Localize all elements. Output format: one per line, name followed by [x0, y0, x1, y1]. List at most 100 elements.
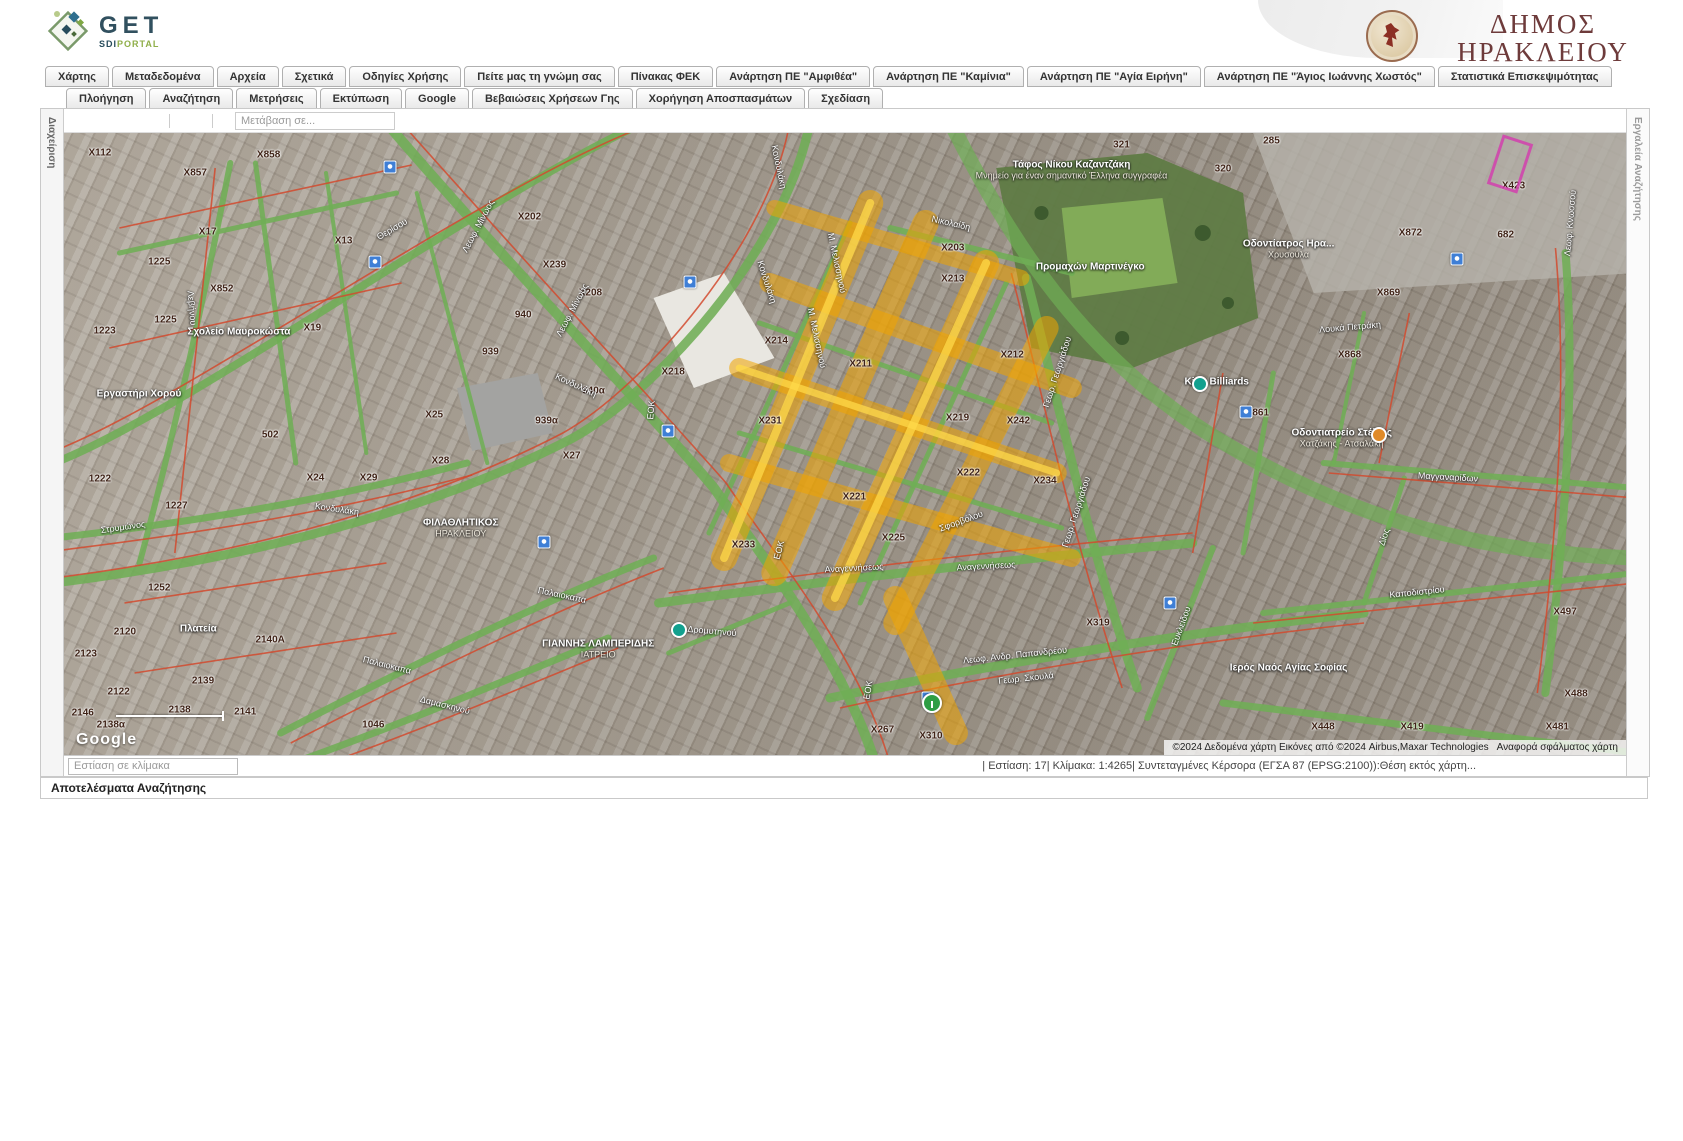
- block-code-label: X868: [1338, 350, 1361, 361]
- main-tab[interactable]: Ανάρτηση ΠΕ "Αγία Ειρήνη": [1027, 66, 1201, 87]
- block-code-label: X239: [543, 259, 566, 270]
- block-code-label: X17: [199, 226, 217, 237]
- main-tab[interactable]: Ανάρτηση ΠΕ "Αμφιθέα": [716, 66, 870, 87]
- left-panel-tab[interactable]: Διαχείριση: [46, 109, 57, 168]
- poi-label[interactable]: Τάφος Νίκου Καζαντζάκη Μνημείο για έναν …: [976, 160, 1168, 181]
- poi-label[interactable]: Προμαχών Μαρτινέγκο: [1036, 261, 1145, 272]
- poi-label[interactable]: Εργαστήρι Χορού: [97, 389, 182, 400]
- poi-subtitle: ΗΡΑΚΛΕΙΟΥ: [435, 528, 486, 538]
- goto-input[interactable]: [235, 112, 395, 130]
- status-text: | Εστίαση: 17| Κλίμακα: 1:4265| Συντεταγ…: [982, 760, 1476, 772]
- main-tab[interactable]: Πείτε μας τη γνώμη σας: [464, 66, 614, 87]
- tool-tab[interactable]: Google: [405, 88, 469, 109]
- bus-stop-icon[interactable]: [1451, 253, 1464, 266]
- portal-logo: GET SDIPORTAL: [45, 8, 163, 54]
- main-tab[interactable]: Αρχεία: [217, 66, 279, 87]
- tool-tab[interactable]: Εκτύπωση: [320, 88, 402, 109]
- attribution-text: ©2024 Δεδομένα χάρτη Εικόνες από ©2024 A…: [1172, 742, 1488, 753]
- poi-label[interactable]: ΓΙΑΝΝΗΣ ΛΑΜΠΕΡΙΔΗΣ ΙΑΤΡΕΙΟ: [542, 639, 654, 660]
- block-code-label: X872: [1399, 228, 1422, 239]
- block-code-label: 285: [1263, 136, 1280, 147]
- map-column: X112X857X858X17X13X852122512231225X19X20…: [64, 109, 1626, 776]
- poi-label[interactable]: Οδοντίατρος Ηρα... Χρυσούλα: [1243, 238, 1335, 259]
- block-code-label: X225: [882, 532, 905, 543]
- block-code-label: X234: [1033, 476, 1056, 487]
- report-map-error-link[interactable]: Αναφορά σφάλματος χάρτη: [1497, 742, 1618, 753]
- map-toolbar: [64, 109, 1626, 133]
- main-tab[interactable]: Ανάρτηση ΠΕ "Άγιος Ιωάννης Χωστός": [1204, 66, 1435, 87]
- poi-pin-icon[interactable]: [922, 693, 942, 713]
- block-code-label: 502: [262, 430, 279, 441]
- block-code-label: 2138α: [97, 720, 125, 731]
- street-name-label: ΕΟΚ: [645, 400, 657, 420]
- bus-stop-icon[interactable]: [1240, 406, 1253, 419]
- block-code-label: X112: [89, 147, 112, 158]
- block-code-label: 1252: [148, 583, 170, 594]
- block-code-label: X213: [941, 274, 964, 285]
- scale-input[interactable]: [68, 758, 238, 775]
- bus-stop-icon[interactable]: [384, 161, 397, 174]
- main-tab[interactable]: Σχετικά: [282, 66, 347, 87]
- block-code-label: X219: [946, 412, 969, 423]
- municipality-seal-icon: [1366, 10, 1418, 62]
- poi-pin-icon[interactable]: [1371, 427, 1387, 443]
- block-code-label: 939α: [535, 415, 558, 426]
- main-tab[interactable]: Πίνακας ΦΕΚ: [618, 66, 714, 87]
- block-code-label: X869: [1377, 287, 1400, 298]
- tool-tab[interactable]: Χορήγηση Αποσπασμάτων: [636, 88, 806, 109]
- right-panel-strip: Εργαλεία Αναζήτησης: [1626, 109, 1649, 776]
- tool-tab[interactable]: Βεβαιώσεις Χρήσεων Γης: [472, 88, 633, 109]
- block-code-label: 2146: [72, 707, 94, 718]
- main-tab[interactable]: Μεταδεδομένα: [112, 66, 214, 87]
- bus-stop-icon[interactable]: [1163, 597, 1176, 610]
- block-code-label: 939: [482, 346, 499, 357]
- main-tab[interactable]: Ανάρτηση ΠΕ "Καμίνια": [873, 66, 1024, 87]
- block-code-label: 320: [1215, 164, 1232, 175]
- bus-stop-icon[interactable]: [537, 535, 550, 548]
- poi-label[interactable]: Πλατεία: [180, 623, 217, 634]
- block-code-label: X212: [1000, 350, 1023, 361]
- main-tab[interactable]: Οδηγίες Χρήσης: [349, 66, 461, 87]
- block-code-label: X488: [1564, 689, 1587, 700]
- main-tab[interactable]: Στατιστικά Επισκεψιμότητας: [1438, 66, 1612, 87]
- block-code-label: X221: [843, 491, 866, 502]
- tool-tab[interactable]: Πλοήγηση: [66, 88, 146, 109]
- poi-label[interactable]: Ιερός Ναός Αγίας Σοφίας: [1230, 662, 1348, 673]
- bus-stop-icon[interactable]: [368, 255, 381, 268]
- portal-logo-icon: [45, 8, 91, 54]
- block-code-label: 2123: [75, 649, 97, 660]
- poi-label[interactable]: Σχολείο Μαυροκώστα: [187, 327, 290, 338]
- block-code-label: X218: [661, 366, 684, 377]
- block-code-label: 1225: [148, 256, 170, 267]
- block-code-label: X319: [1086, 618, 1109, 629]
- map-canvas[interactable]: X112X857X858X17X13X852122512231225X19X20…: [64, 133, 1626, 755]
- bus-stop-icon[interactable]: [662, 424, 675, 437]
- block-code-label: X242: [1007, 415, 1030, 426]
- poi-title: ΓΙΑΝΝΗΣ ΛΑΜΠΕΡΙΔΗΣ: [542, 639, 654, 650]
- block-code-label: X222: [957, 468, 980, 479]
- municipality-title: ΔΗΜΟΣ ΗΡΑΚΛΕΙΟΥ: [1428, 10, 1658, 67]
- logo-text: GET: [99, 14, 163, 38]
- google-watermark: Google: [76, 731, 137, 749]
- right-panel-tab[interactable]: Εργαλεία Αναζήτησης: [1632, 109, 1643, 221]
- tool-tab[interactable]: Μετρήσεις: [236, 88, 316, 109]
- block-code-label: X310: [919, 731, 942, 742]
- block-code-label: X852: [210, 284, 233, 295]
- block-code-label: X24: [307, 473, 325, 484]
- tool-tab-bar: ΠλοήγησηΑναζήτησηΜετρήσειςΕκτύπωσηGoogle…: [66, 88, 883, 109]
- poi-title: Ιερός Ναός Αγίας Σοφίας: [1230, 662, 1348, 673]
- header: GET SDIPORTAL ΔΗΜΟΣ ΗΡΑΚΛΕΙΟΥ: [0, 0, 1683, 66]
- tool-tab[interactable]: Αναζήτηση: [149, 88, 233, 109]
- bus-stop-icon[interactable]: [684, 275, 697, 288]
- poi-label[interactable]: ΦΙΛΑΘΛΗΤΙΚΟΣ ΗΡΑΚΛΕΙΟΥ: [423, 517, 498, 538]
- tool-tab[interactable]: Σχεδίαση: [808, 88, 883, 109]
- poi-pin-icon[interactable]: [1192, 376, 1208, 392]
- map-scale-bar: [116, 715, 224, 717]
- poi-pin-icon[interactable]: [671, 622, 687, 638]
- poi-title: Πλατεία: [180, 623, 217, 634]
- block-code-label: X267: [871, 725, 894, 736]
- block-code-label: X28: [432, 455, 450, 466]
- main-tab[interactable]: Χάρτης: [45, 66, 109, 87]
- block-code-label: 1227: [165, 501, 187, 512]
- search-results-title: Αποτελέσματα Αναζήτησης: [51, 781, 206, 795]
